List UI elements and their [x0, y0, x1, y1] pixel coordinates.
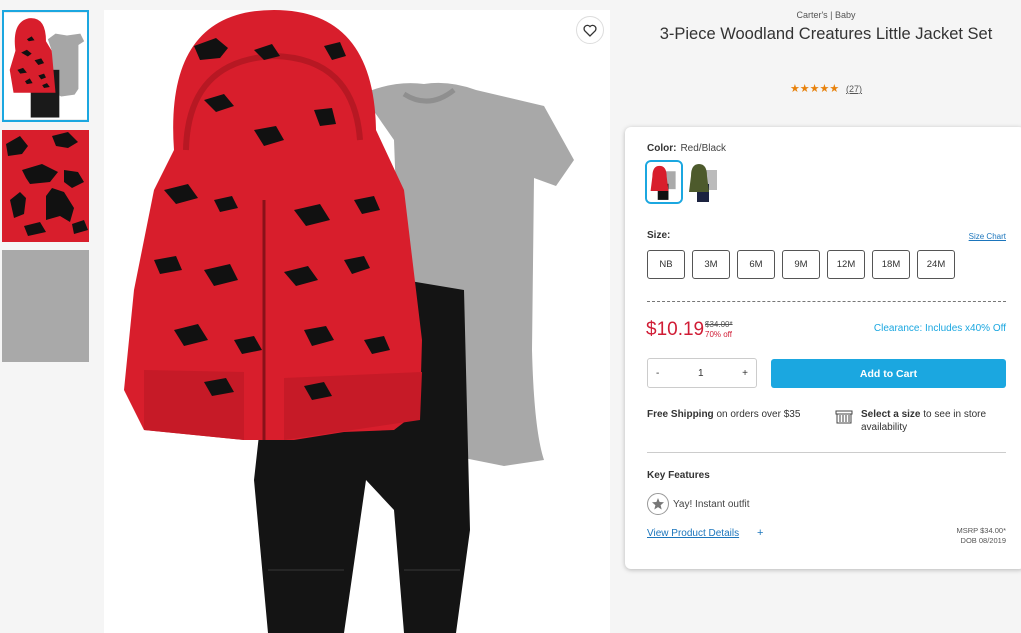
size-chart-link[interactable]: Size Chart — [969, 232, 1006, 241]
key-features-title: Key Features — [647, 470, 710, 481]
expand-details-icon[interactable]: + — [757, 527, 763, 539]
add-to-cart-button[interactable]: Add to Cart — [771, 359, 1006, 388]
heart-icon — [583, 24, 597, 37]
quantity-increase-button[interactable]: + — [742, 368, 748, 379]
clearance-note: Clearance: Includes x40% Off — [873, 323, 1006, 334]
red-black-swatch-image — [647, 162, 681, 202]
shipping-threshold-text: on orders over $35 — [713, 409, 801, 420]
brand-label: Carter's | Baby — [796, 10, 856, 20]
msrp-price: MSRP $34.00* — [956, 526, 1006, 535]
size-option-12m[interactable]: 12M — [827, 250, 865, 279]
size-option-9m[interactable]: 9M — [782, 250, 820, 279]
quantity-decrease-button[interactable]: - — [656, 368, 659, 379]
free-shipping-label: Free Shipping — [647, 409, 714, 420]
badge-icon — [647, 493, 669, 515]
size-option-3m[interactable]: 3M — [692, 250, 730, 279]
color-swatch-red-black[interactable] — [645, 160, 683, 204]
size-option-18m[interactable]: 18M — [872, 250, 910, 279]
product-rating[interactable]: ★★★★★ (27) — [626, 82, 1021, 95]
star-badge-icon — [652, 498, 664, 510]
main-product-image — [104, 10, 610, 633]
store-availability: Select a size to see in store availabili… — [861, 408, 1011, 434]
star-rating-icon: ★★★★★ — [789, 83, 840, 95]
shipping-info: Free Shipping on orders over $35 — [647, 408, 812, 421]
section-divider — [647, 452, 1006, 453]
discount-percent: 70% off — [705, 330, 732, 339]
size-option-24m[interactable]: 24M — [917, 250, 955, 279]
product-options-panel: Color: Red/Black Size: Size Chart NB 3M 6… — [625, 127, 1021, 569]
favorite-button[interactable] — [576, 16, 604, 44]
product-title: 3-Piece Woodland Creatures Little Jacket… — [659, 25, 993, 43]
outfit-illustration — [104, 10, 610, 633]
fabric-detail-thumbnail-image — [2, 250, 89, 362]
review-count-link[interactable]: (27) — [846, 84, 862, 94]
green-swatch-image — [685, 160, 723, 204]
size-options: NB 3M 6M 9M 12M 18M 24M — [647, 250, 962, 279]
color-value: Red/Black — [680, 143, 727, 154]
select-size-label: Select a size — [861, 409, 921, 420]
sale-price: $10.19 — [646, 319, 705, 340]
outfit-thumbnail-image — [4, 12, 87, 120]
size-label: Size: — [647, 230, 671, 241]
color-label: Color: — [647, 143, 677, 154]
size-option-6m[interactable]: 6M — [737, 250, 775, 279]
quantity-value[interactable]: 1 — [698, 368, 704, 379]
view-product-details-link[interactable]: View Product Details — [647, 528, 739, 539]
color-swatch-green[interactable] — [685, 160, 723, 204]
thumbnail-fabric-detail[interactable] — [2, 250, 89, 362]
size-option-nb[interactable]: NB — [647, 250, 685, 279]
quantity-stepper: - 1 + — [647, 358, 757, 388]
color-row: Color: Red/Black — [647, 143, 726, 154]
thumbnail-jacket-detail[interactable] — [2, 130, 89, 242]
dashed-divider — [647, 301, 1006, 302]
key-feature-item: Yay! Instant outfit — [673, 499, 750, 510]
msrp-info: MSRP $34.00* DOB 08/2019 — [957, 526, 1006, 546]
jacket-detail-thumbnail-image — [2, 130, 89, 242]
store-icon — [835, 410, 853, 424]
original-price: $34.00* — [705, 320, 733, 329]
thumbnail-list — [2, 10, 89, 370]
thumbnail-outfit[interactable] — [2, 10, 89, 122]
date-of-birth: DOB 08/2019 — [960, 536, 1006, 545]
